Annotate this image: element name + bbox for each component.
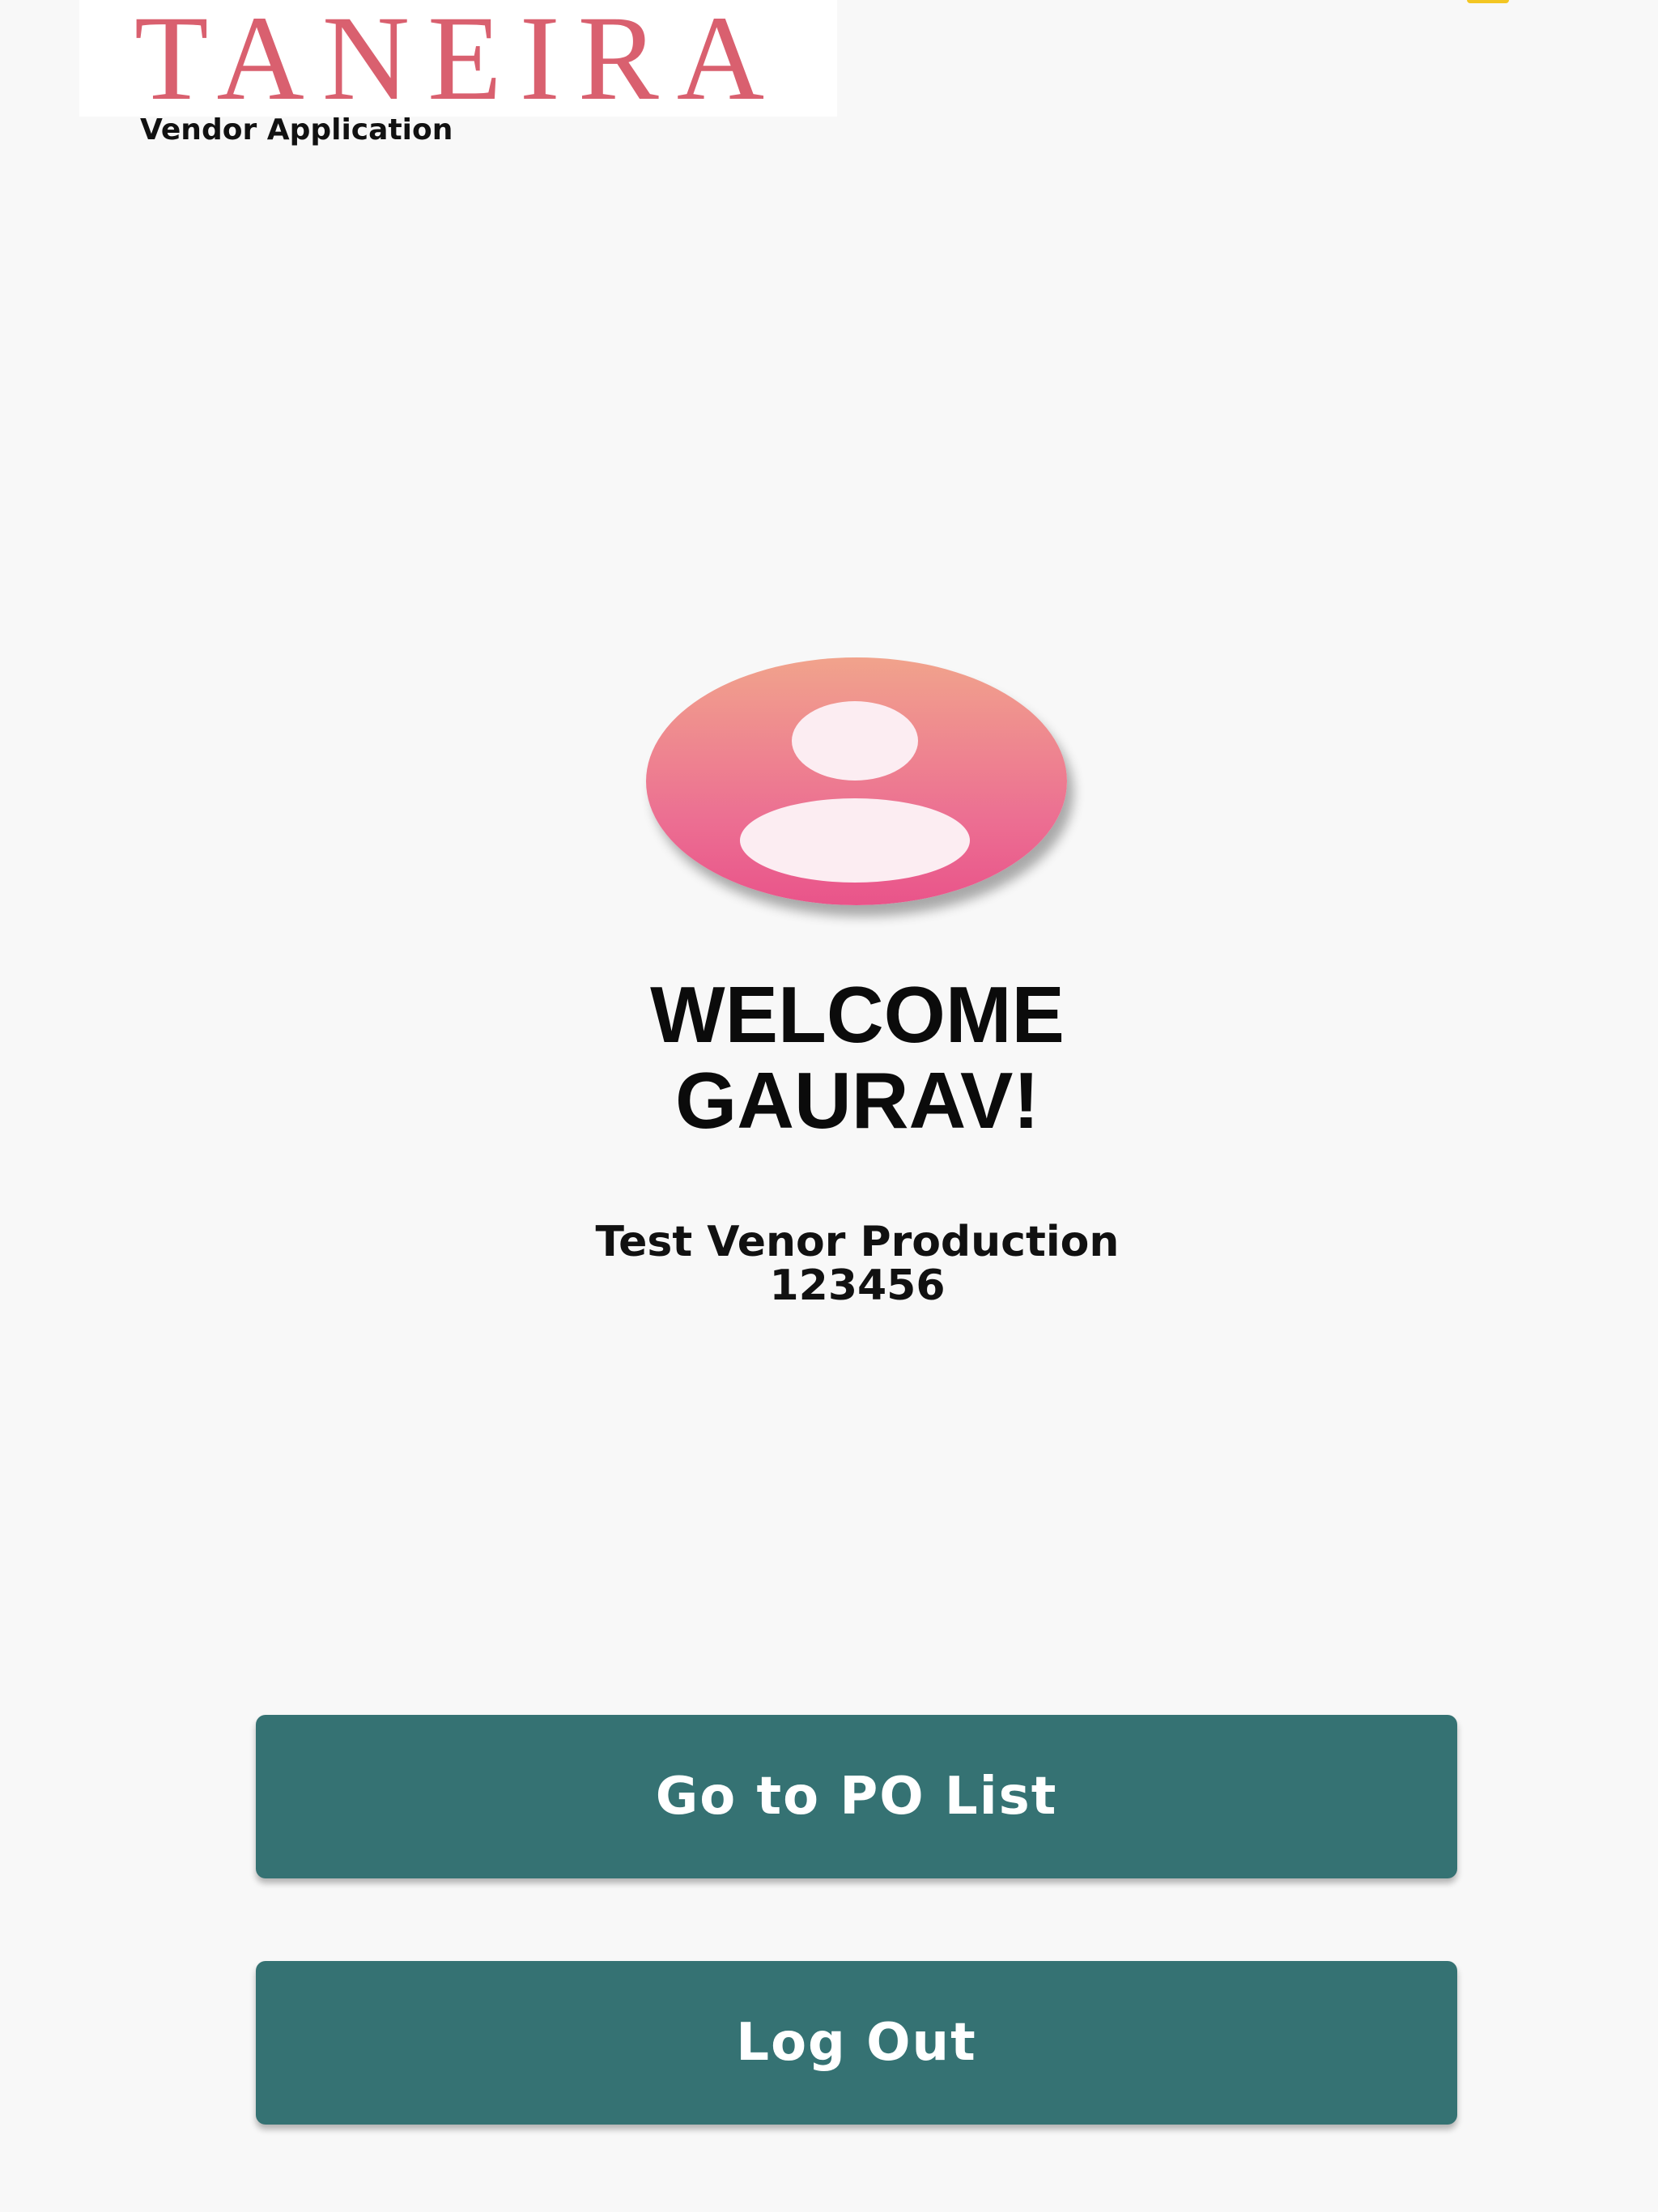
avatar-head-shape xyxy=(792,701,918,781)
app-subtitle: Vendor Application xyxy=(140,113,453,147)
user-name-line: GAURAV! xyxy=(674,1056,1040,1145)
user-avatar-icon xyxy=(646,657,1067,905)
vendor-code: 123456 xyxy=(769,1261,946,1310)
logout-button[interactable]: Log Out xyxy=(256,1961,1457,2125)
logout-label: Log Out xyxy=(736,2013,977,2073)
avatar-body-shape xyxy=(740,798,970,883)
vendor-name: Test Venor Production xyxy=(595,1218,1120,1266)
brand-logo: TANEIRA xyxy=(79,0,837,125)
welcome-heading: WELCOME GAURAV! xyxy=(424,972,1290,1143)
go-to-po-list-button[interactable]: Go to PO List xyxy=(256,1715,1457,1878)
brand-logo-text: TANEIRA xyxy=(134,0,783,125)
go-to-po-list-label: Go to PO List xyxy=(655,1767,1058,1827)
welcome-line: WELCOME xyxy=(650,970,1065,1059)
status-indicator xyxy=(1467,0,1509,3)
